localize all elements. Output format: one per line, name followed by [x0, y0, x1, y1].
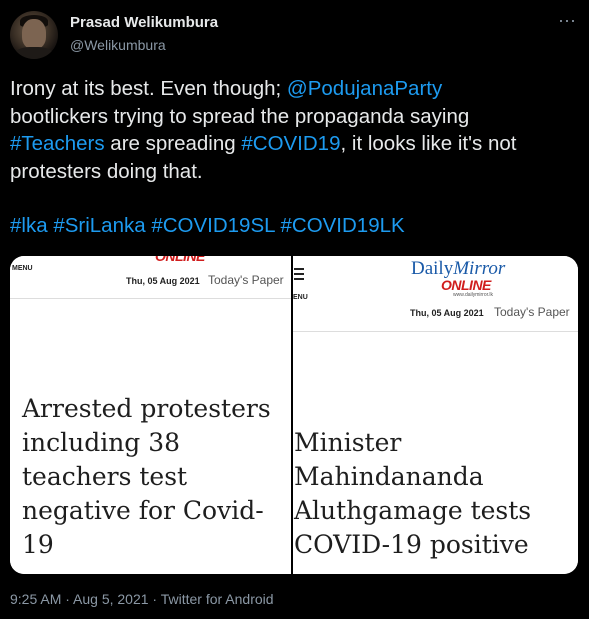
more-horizontal-icon[interactable]: ···: [557, 11, 577, 34]
tweet-line-2: bootlickers trying to spread the propaga…: [10, 104, 470, 128]
hashtag-line: #lka #SriLanka #COVID19SL #COVID19LK: [10, 212, 580, 240]
tweet-text: Irony at its best. Even though; @Podujan…: [10, 75, 580, 240]
tweet-line-4: protesters doing that.: [10, 159, 203, 183]
hashtag-link[interactable]: #lka: [10, 214, 48, 237]
media-image-right[interactable]: ENU DailyMirror ONLINE www.dailymirror.l…: [293, 256, 578, 574]
tweet-text-span: are spreading: [104, 132, 242, 155]
paper-date: Thu, 05 Aug 2021: [126, 276, 200, 286]
tweet-text-span: Irony at its best. Even though;: [10, 77, 287, 100]
hashtag-link[interactable]: #COVID19: [241, 132, 340, 155]
logo-mirror: Mirror: [453, 258, 506, 279]
avatar[interactable]: [10, 11, 58, 59]
logo-online: ONLINE: [441, 277, 491, 293]
mention-link[interactable]: @PodujanaParty: [287, 77, 442, 100]
todays-paper-link: Today's Paper: [494, 305, 570, 319]
hashtag-link[interactable]: #Teachers: [10, 132, 105, 155]
logo-online: ONLINE: [155, 256, 205, 264]
menu-icon: [294, 268, 304, 283]
display-name[interactable]: Prasad Welikumbura: [70, 14, 218, 31]
user-handle[interactable]: @Welikumbura: [70, 37, 166, 53]
todays-paper-link: Today's Paper: [208, 273, 284, 287]
avatar-face: [22, 19, 46, 49]
tweet-line-3: #Teachers are spreading #COVID19, it loo…: [10, 130, 580, 158]
tweet-line-1: Irony at its best. Even though; @Podujan…: [10, 75, 580, 103]
menu-label: MENU: [12, 265, 33, 272]
hashtag-link[interactable]: #SriLanka: [53, 214, 145, 237]
hashtag-link[interactable]: #COVID19SL: [151, 214, 274, 237]
tweet-text-span: , it looks like it's not: [340, 132, 517, 155]
paper-date: Thu, 05 Aug 2021: [410, 308, 484, 318]
tweet-timestamp[interactable]: 9:25 AM · Aug 5, 2021 · Twitter for Andr…: [10, 591, 274, 607]
hashtag-link[interactable]: #COVID19LK: [280, 214, 404, 237]
divider: [293, 331, 578, 332]
media-image-left[interactable]: MENU ONLINE Thu, 05 Aug 2021 Today's Pap…: [10, 256, 291, 574]
menu-label: ENU: [293, 294, 308, 301]
logo-daily: Daily: [411, 258, 454, 279]
avatar-body: [14, 47, 54, 59]
headline-left: Arrested protesters including 38 teacher…: [22, 394, 271, 559]
headline-right: Minister Mahindananda Aluthgamage tests …: [294, 428, 532, 559]
divider: [10, 298, 291, 299]
tweet-media[interactable]: MENU ONLINE Thu, 05 Aug 2021 Today's Pap…: [10, 256, 578, 574]
logo-url: www.dailymirror.lk: [453, 292, 494, 298]
